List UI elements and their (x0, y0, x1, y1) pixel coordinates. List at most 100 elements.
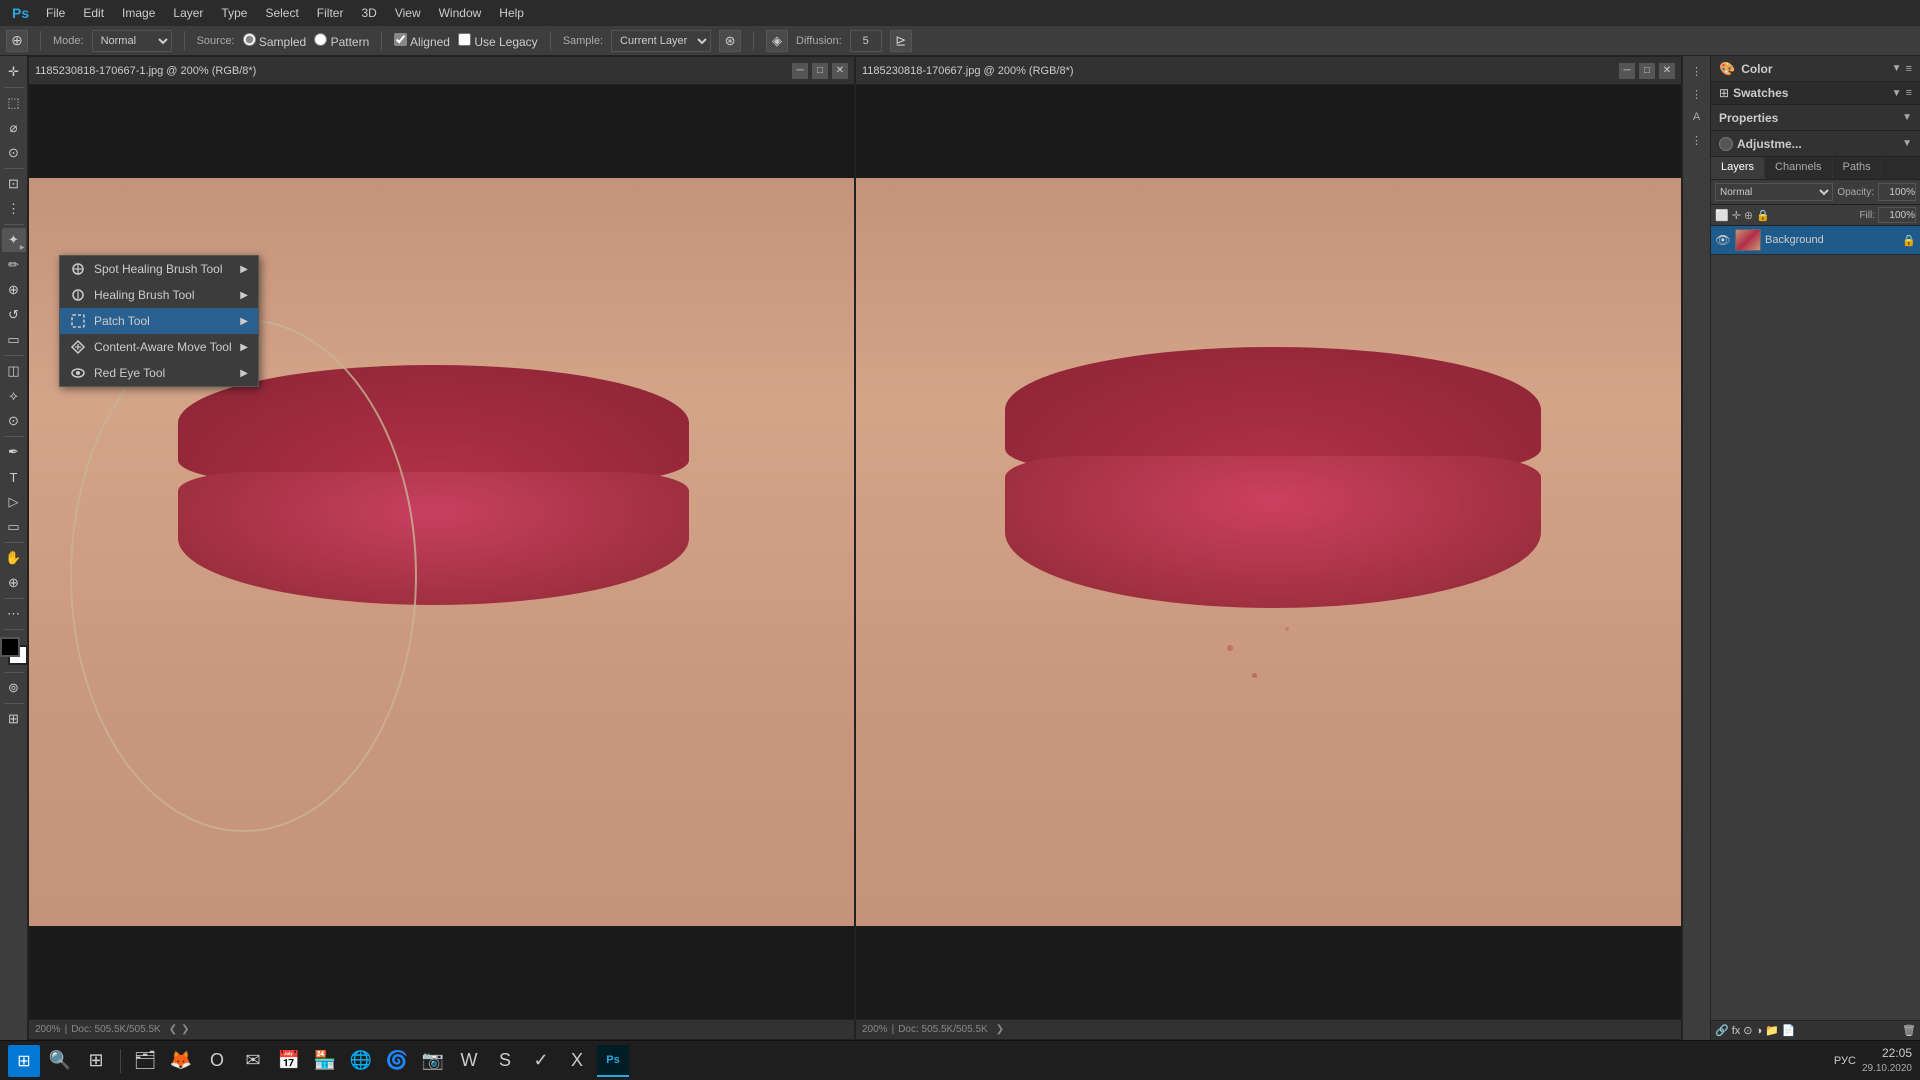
text-tool[interactable]: T (2, 465, 26, 489)
swatches-panel-menu[interactable]: ≡ (1906, 87, 1912, 99)
taskview-taskbar[interactable]: ⊞ (80, 1045, 112, 1077)
menu-type[interactable]: Type (213, 4, 255, 22)
doc-minimize-left[interactable]: ─ (792, 63, 808, 79)
layer-item-background[interactable]: 👁 Background 🔒 (1711, 226, 1920, 255)
taskbar-store[interactable]: 🏪 (309, 1045, 341, 1077)
side-btn-4[interactable]: ⋮ (1686, 129, 1708, 151)
taskbar-photo[interactable]: 📷 (417, 1045, 449, 1077)
doc-maximize-right[interactable]: □ (1639, 63, 1655, 79)
crop-tool[interactable]: ⊡ (2, 172, 26, 196)
color-boxes[interactable] (0, 637, 28, 665)
opacity-input[interactable] (1878, 183, 1916, 201)
patch-tool-icon[interactable]: ⊕ (6, 30, 28, 52)
brush-tool[interactable]: ✏ (2, 253, 26, 277)
start-button[interactable]: ⊞ (8, 1045, 40, 1077)
delete-layer-btn[interactable]: 🗑 (1902, 1024, 1916, 1037)
taskbar-chrome[interactable]: 🌀 (381, 1045, 413, 1077)
taskbar-excel[interactable]: X (561, 1045, 593, 1077)
lock-artboard-icon[interactable]: ⊕ (1744, 209, 1753, 222)
source-pattern-radio[interactable] (314, 33, 327, 46)
diffuse-icon[interactable]: ◈ (766, 30, 788, 52)
menu-select[interactable]: Select (257, 4, 306, 22)
blend-mode-select[interactable]: Normal (1715, 183, 1833, 201)
dodge-tool[interactable]: ⊙ (2, 409, 26, 433)
scroll-right-btn[interactable]: ❯ (181, 1024, 189, 1035)
fill-input[interactable] (1878, 207, 1916, 223)
add-adjustment-btn[interactable]: ◑ (1755, 1025, 1762, 1037)
taskbar-photoshop[interactable]: Ps (597, 1045, 629, 1077)
menu-edit[interactable]: Edit (75, 4, 112, 22)
source-sampled-radio[interactable] (243, 33, 256, 46)
flyout-healing-brush[interactable]: Healing Brush Tool ▶ (60, 282, 258, 308)
taskbar-firefox[interactable]: 🦊 (165, 1045, 197, 1077)
diffusion-input[interactable] (850, 30, 882, 52)
pen-tool[interactable]: ✒ (2, 440, 26, 464)
flyout-patch-tool[interactable]: Patch Tool ▶ (60, 308, 258, 334)
path-select-tool[interactable]: ▷ (2, 490, 26, 514)
flyout-red-eye[interactable]: Red Eye Tool ▶ (60, 360, 258, 386)
swatches-panel-collapse[interactable]: ▼ (1892, 88, 1902, 99)
lasso-tool[interactable]: ⌀ (2, 116, 26, 140)
flyout-spot-healing[interactable]: Spot Healing Brush Tool ▶ (60, 256, 258, 282)
taskbar-explorer[interactable]: 🗂 (129, 1045, 161, 1077)
adjustments-collapse[interactable]: ▼ (1902, 138, 1912, 149)
foreground-color-box[interactable] (0, 637, 20, 657)
lock-all-icon[interactable]: 🔒 (1756, 209, 1770, 222)
gradient-tool[interactable]: ◫ (2, 359, 26, 383)
layer-visibility-background[interactable]: 👁 (1715, 232, 1731, 248)
taskbar-mail[interactable]: ✉ (237, 1045, 269, 1077)
mode-select[interactable]: Normal (92, 30, 172, 52)
tab-paths[interactable]: Paths (1833, 157, 1882, 179)
clone-stamp-tool[interactable]: ⊕ (2, 278, 26, 302)
eraser-tool[interactable]: ▭ (2, 328, 26, 352)
tab-layers[interactable]: Layers (1711, 157, 1765, 179)
use-legacy-checkbox[interactable] (458, 33, 471, 46)
add-mask-btn[interactable]: ⊙ (1743, 1024, 1752, 1037)
taskbar-skype[interactable]: S (489, 1045, 521, 1077)
flyout-content-aware-move[interactable]: Content-Aware Move Tool ▶ (60, 334, 258, 360)
lock-pixels-icon[interactable]: ⬜ (1715, 209, 1729, 222)
more-tools[interactable]: ⋯ (2, 602, 26, 626)
sample-icon[interactable]: ⊛ (719, 30, 741, 52)
search-taskbar[interactable]: 🔍 (44, 1045, 76, 1077)
taskbar-opera[interactable]: O (201, 1045, 233, 1077)
doc-close-left[interactable]: ✕ (832, 63, 848, 79)
quick-select-tool[interactable]: ⊙ (2, 141, 26, 165)
doc-close-right[interactable]: ✕ (1659, 63, 1675, 79)
aligned-checkbox[interactable] (394, 33, 407, 46)
blur-tool[interactable]: ⟡ (2, 384, 26, 408)
taskbar-word[interactable]: W (453, 1045, 485, 1077)
tab-channels[interactable]: Channels (1765, 157, 1832, 179)
menu-file[interactable]: File (38, 4, 73, 22)
menu-image[interactable]: Image (114, 4, 163, 22)
quick-mask-tool[interactable]: ⊚ (2, 676, 26, 700)
zoom-tool[interactable]: ⊕ (2, 571, 26, 595)
taskbar-ie[interactable]: 🌐 (345, 1045, 377, 1077)
healing-brush-tool[interactable]: ✦▶ (2, 228, 26, 252)
move-tool[interactable]: ✛ (2, 60, 26, 84)
taskbar-calendar[interactable]: 📅 (273, 1045, 305, 1077)
properties-collapse[interactable]: ▼ (1902, 112, 1912, 123)
color-panel-collapse[interactable]: ▼ (1892, 63, 1902, 75)
scroll-left-btn[interactable]: ❮ (169, 1024, 177, 1035)
doc-maximize-left[interactable]: □ (812, 63, 828, 79)
doc-minimize-right[interactable]: ─ (1619, 63, 1635, 79)
menu-3d[interactable]: 3D (353, 4, 384, 22)
eyedropper-tool[interactable]: ⋮ (2, 197, 26, 221)
taskbar-todo[interactable]: ✓ (525, 1045, 557, 1077)
add-group-btn[interactable]: 📁 (1765, 1024, 1779, 1037)
link-layers-btn[interactable]: 🔗 (1715, 1024, 1729, 1037)
shape-tool[interactable]: ▭ (2, 515, 26, 539)
side-btn-1[interactable]: ⋮ (1686, 60, 1708, 82)
hand-tool[interactable]: ✋ (2, 546, 26, 570)
sample-select[interactable]: Current Layer (611, 30, 711, 52)
diffusion-slider-icon[interactable]: ⊵ (890, 30, 912, 52)
marquee-tool[interactable]: ⬚ (2, 91, 26, 115)
menu-window[interactable]: Window (431, 4, 490, 22)
side-btn-3[interactable]: A (1686, 106, 1708, 128)
add-layer-btn[interactable]: 📄 (1782, 1024, 1796, 1037)
history-brush-tool[interactable]: ↺ (2, 303, 26, 327)
side-btn-2[interactable]: ⋮ (1686, 83, 1708, 105)
menu-view[interactable]: View (387, 4, 429, 22)
add-style-btn[interactable]: fx (1732, 1025, 1741, 1037)
